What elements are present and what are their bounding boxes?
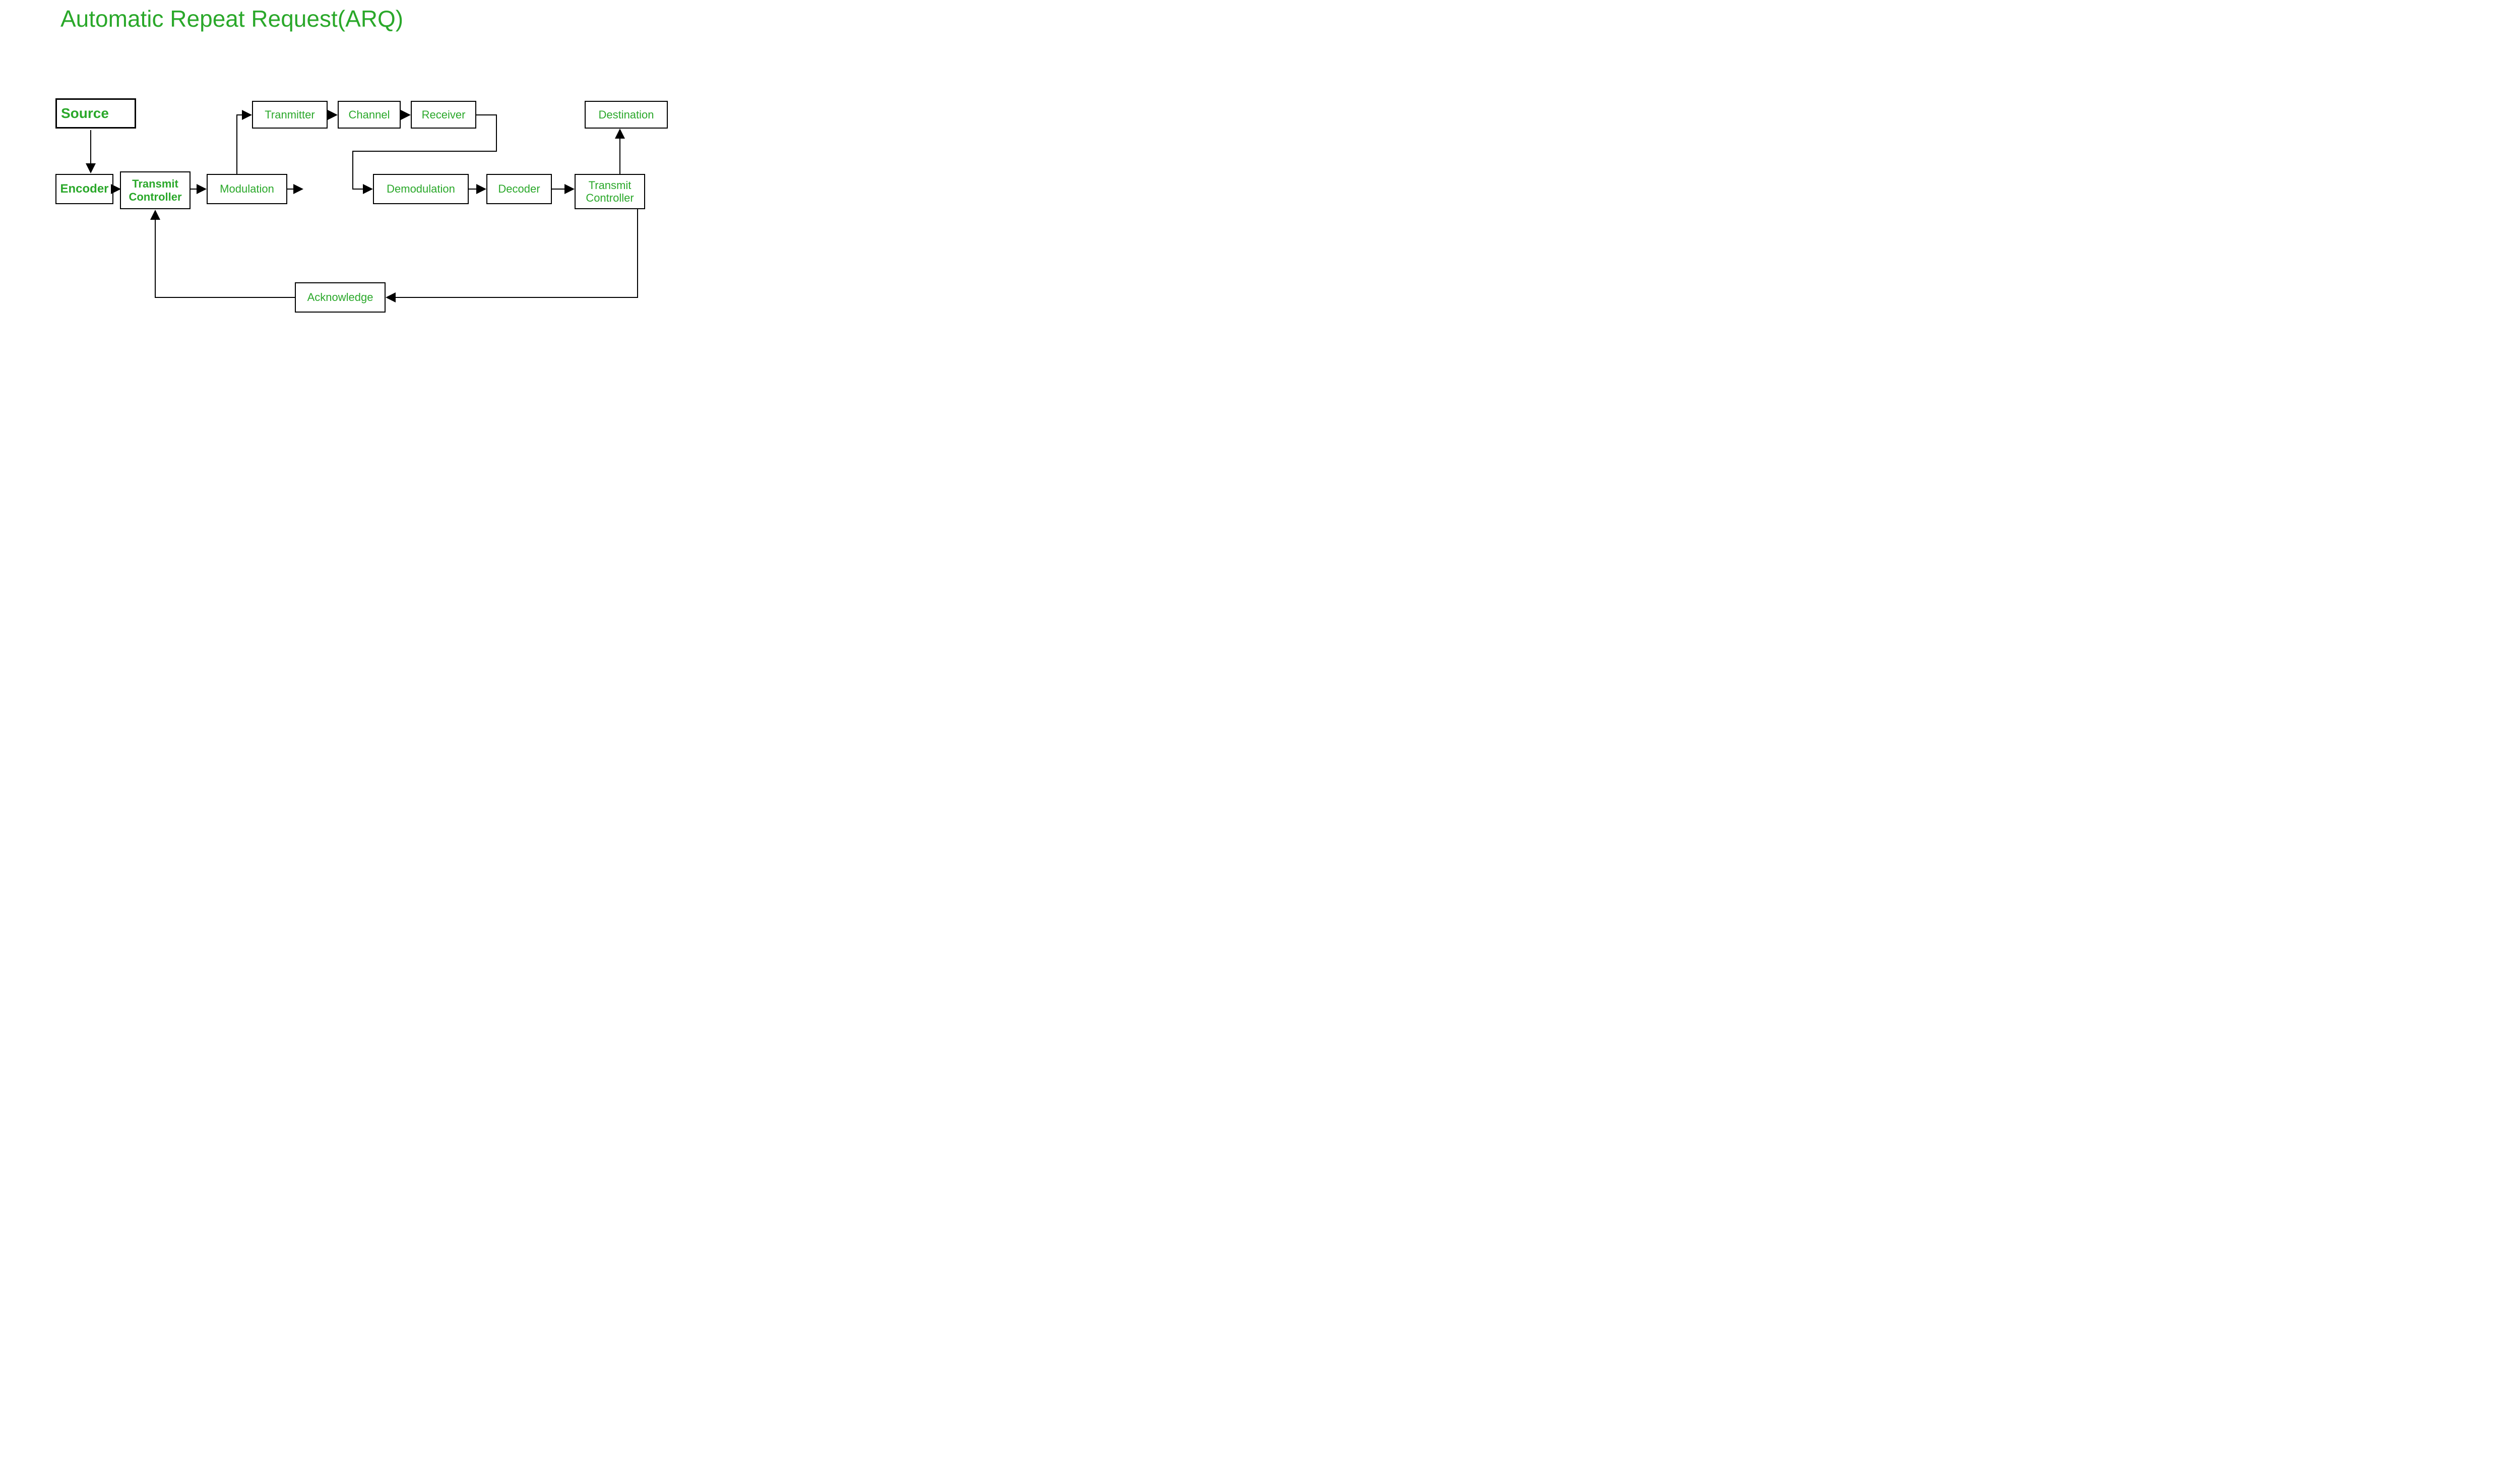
node-transmit-controller-rx: Transmit Controller [575, 174, 645, 209]
diagram-title: Automatic Repeat Request(ARQ) [60, 5, 403, 32]
node-source: Source [55, 98, 136, 129]
node-encoder: Encoder [55, 174, 113, 204]
node-acknowledge: Acknowledge [295, 282, 386, 313]
node-transmit-controller-tx: Transmit Controller [120, 171, 191, 209]
node-demodulation: Demodulation [373, 174, 469, 204]
arq-diagram: Automatic Repeat Request(ARQ) Source Enc… [0, 0, 786, 378]
node-modulation: Modulation [207, 174, 287, 204]
node-channel: Channel [338, 101, 401, 129]
node-destination: Destination [585, 101, 668, 129]
node-transmitter: Tranmitter [252, 101, 328, 129]
node-decoder: Decoder [486, 174, 552, 204]
node-receiver: Receiver [411, 101, 476, 129]
